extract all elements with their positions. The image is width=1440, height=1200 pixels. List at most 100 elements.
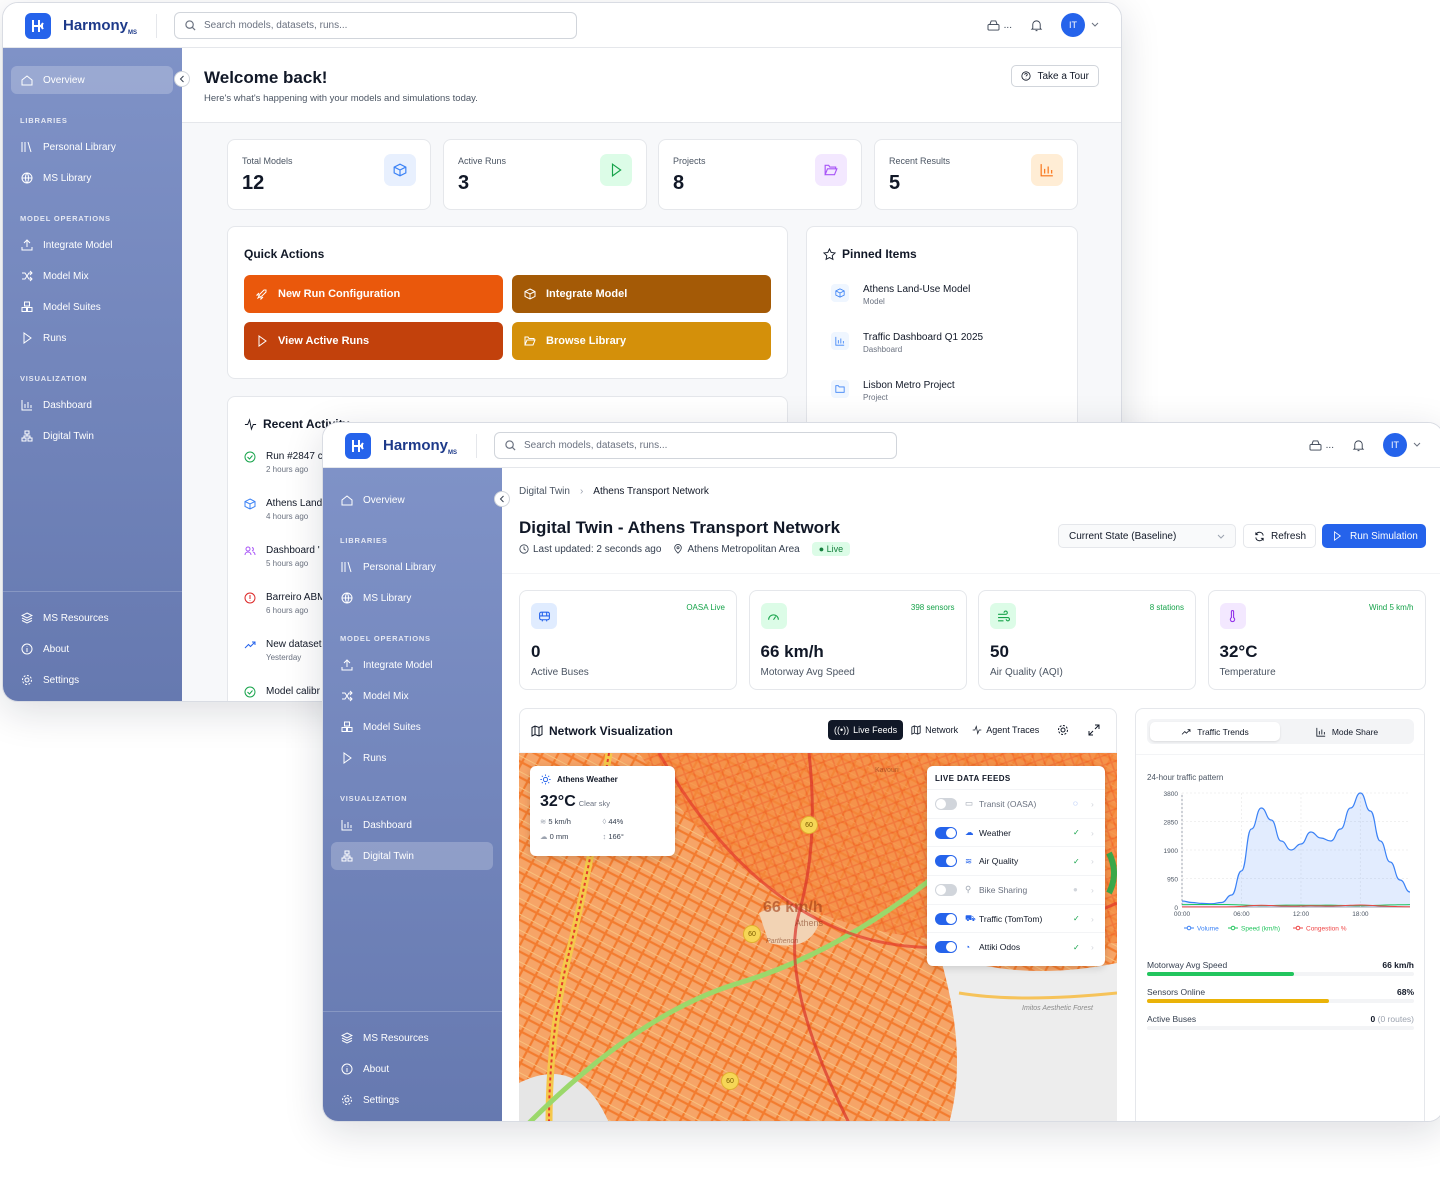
new-run-configuration-button[interactable]: New Run Configuration [244, 275, 503, 313]
sidebar-item-dashboard[interactable]: Dashboard [331, 811, 493, 839]
sidebar-item-overview[interactable]: Overview [331, 486, 493, 514]
progress-label: Motorway Avg Speed [1147, 960, 1228, 970]
speed-marker[interactable]: 60 [721, 1072, 739, 1090]
browse-library-button[interactable]: Browse Library [512, 322, 771, 360]
activity-item[interactable]: Model calibr [244, 686, 320, 698]
sidebar-item-model-suites[interactable]: Model Suites [331, 713, 493, 741]
tab-mode-share[interactable]: Mode Share [1282, 722, 1412, 741]
chevron-right-icon[interactable]: › [1091, 914, 1105, 924]
sidebar-item-ms-resources[interactable]: MS Resources [331, 1024, 493, 1052]
speed-marker[interactable]: 60 [800, 816, 818, 834]
breadcrumb-item[interactable]: Digital Twin [519, 486, 570, 497]
sidebar-item-personal-library[interactable]: Personal Library [11, 133, 173, 161]
car-icon: ⛟ [965, 912, 976, 923]
view-active-runs-button[interactable]: View Active Runs [244, 322, 503, 360]
sidebar-item-label: Digital Twin [363, 850, 414, 862]
sidebar-item-runs[interactable]: Runs [11, 324, 173, 352]
tab-agent-traces[interactable]: Agent Traces [966, 720, 1045, 740]
app-logo[interactable]: HarmonyMS [345, 433, 457, 459]
sidebar-item-label: Personal Library [363, 561, 436, 573]
tab-network[interactable]: Network [905, 720, 964, 740]
sidebar-item-model-mix[interactable]: Model Mix [11, 262, 173, 290]
stat-card[interactable]: Projects 8 [658, 139, 862, 210]
expand-icon[interactable] [1088, 724, 1100, 736]
sidebar-item-ms-library[interactable]: MS Library [331, 584, 493, 612]
sidebar-item-digital-twin[interactable]: Digital Twin [11, 422, 173, 450]
sidebar-item-integrate-model[interactable]: Integrate Model [11, 231, 173, 259]
sidebar-item-label: Dashboard [363, 819, 412, 831]
app-logo[interactable]: HarmonyMS [25, 13, 137, 39]
bell-icon[interactable] [1352, 439, 1365, 452]
sidebar-item-label: Model Mix [43, 270, 89, 282]
sidebar-item-digital-twin[interactable]: Digital Twin [331, 842, 493, 870]
check-circle-icon [244, 451, 256, 463]
traffic-map[interactable]: 60 60 60 66 km/h Athens Parthenon Imitos… [519, 753, 1117, 1121]
chevron-right-icon[interactable]: › [1091, 856, 1105, 866]
activity-item[interactable]: Barreiro ABM 6 hours ago [244, 592, 325, 615]
sidebar-item-dashboard[interactable]: Dashboard [11, 391, 173, 419]
stat-card[interactable]: Total Models 12 [227, 139, 431, 210]
storage-button[interactable]: ... [1309, 440, 1334, 451]
tab-live-feeds[interactable]: ((•)) Live Feeds [828, 720, 904, 740]
sidebar-item-overview[interactable]: Overview [11, 66, 173, 94]
feed-name: Attiki Odos [979, 942, 1021, 953]
sidebar-item-label: Model Suites [43, 301, 101, 313]
chevron-right-icon[interactable]: › [1091, 885, 1105, 895]
tab-label: Mode Share [1331, 726, 1379, 737]
activity-text: New dataset [266, 639, 322, 650]
bell-icon[interactable] [1030, 19, 1043, 32]
activity-item[interactable]: Run #2847 c 2 hours ago [244, 451, 323, 474]
search-input[interactable]: Search models, datasets, runs... [174, 12, 577, 39]
sidebar-item-label: MS Library [43, 172, 92, 184]
run-simulation-label: Run Simulation [1350, 530, 1418, 542]
feed-toggle[interactable] [935, 883, 957, 896]
gear-icon[interactable] [1057, 724, 1069, 736]
sidebar-item-model-suites[interactable]: Model Suites [11, 293, 173, 321]
sidebar-item-runs[interactable]: Runs [331, 744, 493, 772]
run-simulation-button[interactable]: Run Simulation [1322, 524, 1426, 548]
take-tour-button[interactable]: Take a Tour [1011, 65, 1099, 87]
info-icon [21, 643, 33, 655]
search-input[interactable]: Search models, datasets, runs... [494, 432, 897, 459]
sidebar-item-model-mix[interactable]: Model Mix [331, 682, 493, 710]
pinned-item[interactable]: Athens Land-Use Model Model [831, 284, 970, 306]
globe-icon [341, 592, 353, 604]
tab-traffic-trends[interactable]: Traffic Trends [1150, 722, 1280, 741]
sidebar-item-ms-resources[interactable]: MS Resources [11, 604, 173, 632]
feed-toggle[interactable] [935, 797, 957, 810]
sidebar-item-settings[interactable]: Settings [11, 666, 173, 694]
user-menu[interactable]: IT [1061, 13, 1099, 37]
chevron-right-icon[interactable]: › [1091, 828, 1105, 838]
sidebar-item-ms-library[interactable]: MS Library [11, 164, 173, 192]
state-select[interactable]: Current State (Baseline) [1058, 524, 1236, 548]
activity-item[interactable]: New dataset Yesterday [244, 639, 322, 662]
activity-time: 4 hours ago [266, 512, 309, 521]
sidebar-item-personal-library[interactable]: Personal Library [331, 553, 493, 581]
pinned-item[interactable]: Lisbon Metro Project Project [831, 380, 955, 402]
stat-card[interactable]: Recent Results 5 [874, 139, 1078, 210]
feed-toggle[interactable] [935, 855, 957, 868]
stat-card[interactable]: Active Runs 3 [443, 139, 647, 210]
bar-chart-icon [341, 820, 352, 831]
sidebar-item-about[interactable]: About [11, 635, 173, 663]
feed-toggle[interactable] [935, 941, 957, 954]
chevron-right-icon[interactable]: › [1091, 799, 1105, 809]
user-menu[interactable]: IT [1383, 433, 1421, 457]
sidebar-item-integrate-model[interactable]: Integrate Model [331, 651, 493, 679]
activity-item[interactable]: Athens Land 4 hours ago [244, 498, 322, 521]
activity-item[interactable]: Dashboard ' 5 hours ago [244, 545, 320, 568]
storage-button[interactable]: ... [987, 20, 1012, 31]
chevron-right-icon[interactable]: › [1091, 942, 1105, 952]
feed-toggle[interactable] [935, 826, 957, 839]
pinned-item[interactable]: Traffic Dashboard Q1 2025 Dashboard [831, 332, 983, 354]
sidebar-collapse-button[interactable] [174, 71, 190, 87]
sidebar-collapse-button[interactable] [494, 491, 510, 507]
refresh-button[interactable]: Refresh [1243, 524, 1316, 548]
progress-value: 66 km/h [1382, 960, 1414, 970]
compass-icon: ↕ [602, 832, 607, 841]
feed-toggle[interactable] [935, 912, 957, 925]
sidebar-item-settings[interactable]: Settings [331, 1086, 493, 1114]
speed-marker[interactable]: 60 [743, 925, 761, 943]
sidebar-item-about[interactable]: About [331, 1055, 493, 1083]
integrate-model-button[interactable]: Integrate Model [512, 275, 771, 313]
